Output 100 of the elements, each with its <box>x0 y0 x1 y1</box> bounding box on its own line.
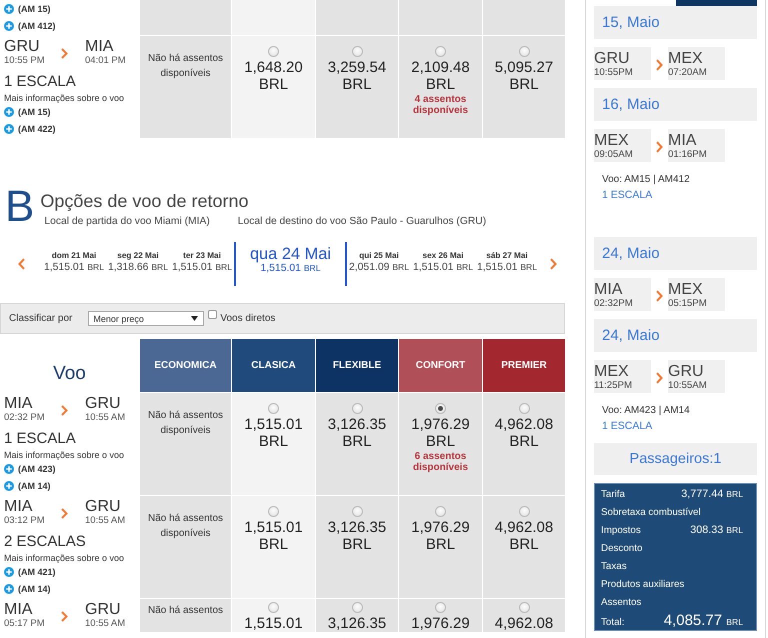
chevron-right-icon <box>61 48 68 59</box>
date-header: 16, Maio <box>594 88 757 121</box>
date-option[interactable]: ter 23 Mai 1,515.01 BRL <box>170 242 234 286</box>
charge-label: Impostos <box>601 524 641 538</box>
fare-price: 3,126.35 BRL <box>328 416 386 450</box>
flight-number: (AM 412) <box>18 20 56 31</box>
flight-time: 09:05AM <box>594 148 633 160</box>
chevron-right-icon[interactable] <box>550 258 556 270</box>
departure-time: 05:17 PM <box>4 618 45 629</box>
cut-off-button[interactable] <box>676 0 757 6</box>
fare-class-header: FLEXIBLE <box>316 339 398 392</box>
chevron-left-icon[interactable] <box>18 258 24 270</box>
fare-price: 4,962.08 <box>494 615 554 632</box>
fare-class-header: PREMIER <box>483 339 565 392</box>
arrival-time: 10:55 AM <box>85 412 126 423</box>
airport-code: GRU <box>85 498 121 515</box>
plus-circle-icon[interactable] <box>4 107 14 118</box>
date-option[interactable]: dom 21 Mai 1,515.01 BRL <box>42 242 106 286</box>
flight-time: 07:20AM <box>668 66 707 78</box>
charge-label: Taxas <box>601 560 627 574</box>
flight-number: (AM 423) <box>18 464 56 474</box>
section-title: Opções de voo de retorno <box>40 190 248 212</box>
fare-class-header: CLASICA <box>232 339 315 392</box>
flight-time: 01:16PM <box>668 148 707 160</box>
airport-code: MIA <box>4 601 32 618</box>
fare-price: 4,962.08 BRL <box>494 416 554 450</box>
date-option[interactable]: sex 26 Mai 1,515.01 BRL <box>411 242 475 286</box>
chevron-right-icon <box>61 508 68 519</box>
checkbox-label: Voos diretos <box>220 313 276 324</box>
sort-dropdown[interactable]: Menor preço <box>88 311 204 326</box>
flight-number: (AM 421) <box>18 567 56 578</box>
fare-price: 1,515.01 <box>244 615 303 632</box>
airport-code: GRU <box>668 362 704 380</box>
plus-circle-icon[interactable] <box>4 464 14 474</box>
no-seats-text: Não há assentos disponíveis <box>146 52 224 81</box>
departure-time: 03:12 PM <box>4 515 45 526</box>
date-header: 24, Maio <box>594 319 757 352</box>
fare-price: 2,109.48 BRL <box>411 59 470 93</box>
airport-code: MEX <box>668 50 703 66</box>
airport-code: MEX <box>594 132 629 148</box>
flight-numbers: Voo: AM15 | AM412 <box>602 173 690 186</box>
flight-time: 10:55AM <box>668 380 707 390</box>
charge-label: Assentos <box>601 596 642 610</box>
flight-info-link[interactable]: Mais informações sobre o voo <box>4 553 124 564</box>
date-option[interactable]: sáb 27 Mai 1,515.01 BRL <box>475 242 539 286</box>
airport-code: GRU <box>4 38 40 55</box>
chevron-right-icon <box>656 140 663 152</box>
charge-label: Sobretaxa combustível <box>601 506 701 520</box>
fare-price: 1,515.01 BRL <box>244 416 303 450</box>
date-header: 24, Maio <box>594 237 757 270</box>
fare-price: 1,976.29 BRL <box>411 519 470 553</box>
stops-link[interactable]: 1 ESCALA <box>602 188 652 202</box>
flight-number: (AM 15) <box>18 107 51 118</box>
plus-circle-icon[interactable] <box>4 124 14 134</box>
stops-label: 2 ESCALAS <box>4 533 86 550</box>
fare-class-header: CONFORT <box>399 339 482 392</box>
flight-time: 02:32PM <box>594 298 633 308</box>
charge-label: Tarifa <box>601 488 625 502</box>
fare-price: 3,259.54 BRL <box>328 59 386 93</box>
departure-time: 10:55 PM <box>4 55 45 66</box>
date-option[interactable]: qua 24 Mai 1,515.01 BRL <box>234 242 347 286</box>
stops-link[interactable]: 1 ESCALA <box>602 419 652 433</box>
airport-code: GRU <box>85 601 121 618</box>
fare-price: 1,976.29 <box>411 615 470 632</box>
seats-available-text: 6 assentos disponíveis <box>412 452 469 473</box>
flight-info-link[interactable]: Mais informações sobre o voo <box>4 93 124 104</box>
flight-info-link[interactable]: Mais informações sobre o voo <box>4 450 124 461</box>
airport-code: MEX <box>668 280 703 298</box>
chevron-right-icon <box>656 290 663 302</box>
flight-time: 05:15PM <box>668 298 707 308</box>
fare-price: 3,126.35 <box>328 615 386 632</box>
plus-circle-icon[interactable] <box>4 584 14 594</box>
seats-available-text: 4 assentos disponíveis <box>412 95 469 116</box>
arrival-time: 04:01 PM <box>85 55 126 66</box>
sort-label: Classificar por <box>9 313 72 324</box>
stops-label: 1 ESCALA <box>4 73 76 90</box>
total-amount: 4,085.77 BRL <box>664 612 744 631</box>
charge-label: Desconto <box>601 542 642 556</box>
date-option[interactable]: qui 25 Mai 2,051.09 BRL <box>347 242 411 286</box>
chevron-right-icon <box>61 611 68 622</box>
fare-class-header: ECONOMICA <box>140 339 231 392</box>
date-option[interactable]: seg 22 Mai 1,318.66 BRL <box>106 242 170 286</box>
checkbox[interactable] <box>208 310 218 319</box>
plus-circle-icon[interactable] <box>4 480 14 491</box>
plus-circle-icon[interactable] <box>4 567 14 578</box>
fare-price: 4,962.08 BRL <box>494 519 554 553</box>
flight-number: (AM 422) <box>18 124 56 134</box>
airport-code: MIA <box>594 280 622 298</box>
airport-code: MIA <box>85 38 114 55</box>
airport-code: MIA <box>668 132 696 148</box>
arrival-time: 10:55 AM <box>85 515 126 526</box>
airport-code: MEX <box>594 362 629 380</box>
charge-label: Produtos auxiliares <box>601 578 684 592</box>
chevron-right-icon <box>656 58 663 70</box>
fare-price: 1,515.01 BRL <box>244 519 303 553</box>
destination-location: Local de destino do voo São Paulo - Guarulhos (GRU) <box>238 215 486 228</box>
plus-circle-icon[interactable] <box>4 20 14 31</box>
plus-circle-icon[interactable] <box>4 4 14 14</box>
flight-number: (AM 14) <box>18 480 51 491</box>
flight-numbers: Voo: AM423 | AM14 <box>602 404 690 417</box>
